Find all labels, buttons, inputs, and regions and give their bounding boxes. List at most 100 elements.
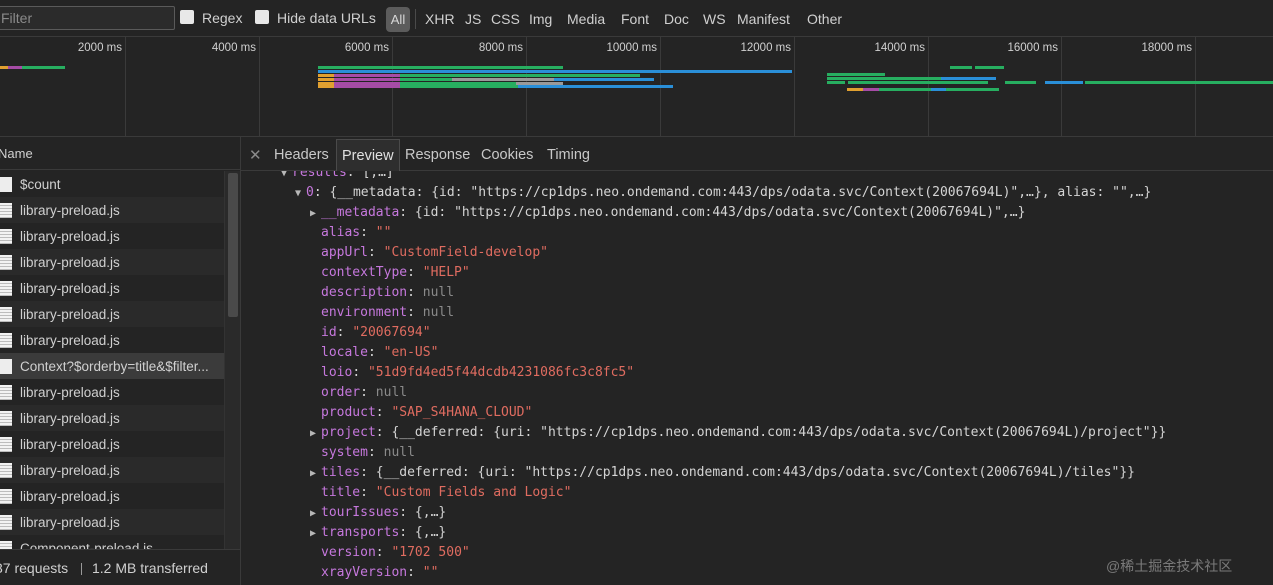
waterfall-bar	[400, 74, 640, 77]
collapsed-triangle-icon[interactable]: ▶	[310, 465, 321, 482]
filter-separator	[415, 9, 416, 29]
json-line: appUrl: "CustomField-develop"	[310, 244, 548, 261]
request-row[interactable]: library-preload.js	[0, 223, 224, 249]
tab-preview[interactable]: Preview	[336, 139, 400, 171]
json-value: : {id: "https://cp1dps.neo.ondemand.com:…	[399, 205, 1026, 220]
collapsed-triangle-icon[interactable]: ▶	[310, 425, 321, 442]
type-filter-font[interactable]: Font	[621, 11, 649, 28]
network-overview-timeline[interactable]: 2000 ms 4000 ms 6000 ms 8000 ms 10000 ms…	[0, 37, 1273, 136]
name-column-label: Name	[0, 146, 33, 161]
request-row[interactable]: library-preload.js	[0, 275, 224, 301]
type-filter-doc[interactable]: Doc	[664, 11, 689, 28]
request-list-scrollbar[interactable]	[224, 171, 240, 549]
waterfall-bar	[334, 74, 400, 77]
json-line[interactable]: ▼ 0: {__metadata: {id: "https://cp1dps.ne…	[295, 184, 1151, 201]
waterfall-bar	[879, 88, 931, 91]
name-column-header[interactable]: Name	[0, 137, 240, 170]
request-row[interactable]: Component-preload.js	[0, 535, 224, 549]
type-filter-xhr[interactable]: XHR	[425, 11, 455, 28]
hide-data-urls-label[interactable]: Hide data URLs	[277, 10, 376, 27]
type-filter-js[interactable]: JS	[465, 11, 481, 28]
waterfall-bar	[950, 66, 972, 69]
type-filter-other[interactable]: Other	[807, 11, 842, 28]
json-line[interactable]: ▶ transports: {,…}	[310, 524, 446, 541]
collapsed-triangle-icon[interactable]: ▶	[310, 205, 321, 222]
request-row[interactable]: library-preload.js	[0, 431, 224, 457]
request-row[interactable]: library-preload.js	[0, 405, 224, 431]
json-key: contextType	[321, 265, 408, 280]
request-row[interactable]: library-preload.js	[0, 379, 224, 405]
json-line[interactable]: ▶ tiles: {__deferred: {uri: "https://cp1d…	[310, 464, 1135, 481]
tab-timing[interactable]: Timing	[542, 139, 595, 171]
tab-headers[interactable]: Headers	[269, 139, 334, 171]
tab-cookies[interactable]: Cookies	[476, 139, 538, 171]
type-filter-media[interactable]: Media	[567, 11, 605, 28]
request-name: $count	[20, 177, 61, 192]
request-name: library-preload.js	[20, 203, 120, 218]
json-value: :	[367, 245, 384, 260]
waterfall-bar	[827, 73, 885, 76]
json-value: "51d9fd4ed5f44dcdb4231086fc3c8fc5"	[367, 365, 635, 380]
scrollbar-thumb[interactable]	[228, 173, 238, 317]
request-row[interactable]: library-preload.js	[0, 249, 224, 275]
tick-label: 4000 ms	[211, 42, 256, 54]
request-row[interactable]: $count	[0, 171, 224, 197]
request-row[interactable]: library-preload.js	[0, 483, 224, 509]
type-filter-ws[interactable]: WS	[703, 11, 726, 28]
json-preview[interactable]: ▼ results: [,…] ▼ 0: {__metadata: {id: "htt…	[241, 171, 1273, 585]
json-key: project	[321, 425, 376, 440]
json-key: appUrl	[321, 245, 368, 260]
json-key: description	[321, 285, 408, 300]
waterfall-bar	[400, 85, 518, 88]
waterfall-bar	[518, 85, 673, 88]
json-value: : {,…}	[399, 505, 447, 520]
waterfall-bar	[452, 78, 554, 81]
json-value: :	[336, 325, 353, 340]
expanded-triangle-icon[interactable]: ▼	[281, 171, 292, 182]
json-line: loio: "51d9fd4ed5f44dcdb4231086fc3c8fc5"	[310, 364, 634, 381]
request-name: library-preload.js	[20, 281, 120, 296]
collapsed-triangle-icon[interactable]: ▶	[310, 505, 321, 522]
json-value: ""	[375, 225, 392, 240]
waterfall-bar	[0, 66, 8, 69]
json-line[interactable]: ▶ tourIssues: {,…}	[310, 504, 446, 521]
request-row[interactable]: library-preload.js	[0, 301, 224, 327]
request-name: library-preload.js	[20, 411, 120, 426]
regex-label[interactable]: Regex	[202, 10, 242, 27]
request-row[interactable]: library-preload.js	[0, 197, 224, 223]
close-icon[interactable]: ✕	[249, 146, 262, 164]
waterfall-bar	[1005, 81, 1036, 84]
request-row-selected[interactable]: Context?$orderby=title&$filter...	[0, 353, 224, 379]
json-line[interactable]: ▶ __metadata: {id: "https://cp1dps.neo.on…	[310, 204, 1025, 221]
script-file-icon	[0, 541, 12, 549]
script-file-icon	[0, 281, 12, 296]
json-line: id: "20067694"	[310, 324, 431, 341]
collapsed-triangle-icon[interactable]: ▶	[310, 525, 321, 542]
json-line[interactable]: ▼ results: [,…]	[281, 171, 394, 181]
json-line[interactable]: ▶ project: {__deferred: {uri: "https://cp…	[310, 424, 1166, 441]
json-value: "HELP"	[422, 265, 470, 280]
expanded-triangle-icon[interactable]: ▼	[295, 185, 306, 202]
regex-checkbox[interactable]	[180, 10, 194, 24]
type-filter-css[interactable]: CSS	[491, 11, 520, 28]
json-value: :	[407, 305, 423, 320]
json-key: transports	[321, 525, 400, 540]
json-key: loio	[321, 365, 353, 380]
json-line: system: null	[310, 444, 415, 461]
waterfall-bar	[1045, 81, 1083, 84]
type-filter-manifest[interactable]: Manifest	[737, 11, 790, 28]
filter-input[interactable]: Filter	[0, 6, 175, 30]
tab-response[interactable]: Response	[400, 139, 475, 171]
json-value: null	[383, 445, 415, 460]
type-filter-img[interactable]: Img	[529, 11, 552, 28]
tick-label: 2000 ms	[77, 42, 122, 54]
json-value: :	[367, 345, 384, 360]
request-row[interactable]: library-preload.js	[0, 509, 224, 535]
json-value: :	[375, 545, 392, 560]
json-value: :	[375, 405, 392, 420]
request-row[interactable]: library-preload.js	[0, 457, 224, 483]
type-filter-all-button[interactable]: All	[386, 7, 410, 32]
hide-data-urls-checkbox[interactable]	[255, 10, 269, 24]
request-row[interactable]: library-preload.js	[0, 327, 224, 353]
json-value: "SAP_S4HANA_CLOUD"	[391, 405, 533, 420]
